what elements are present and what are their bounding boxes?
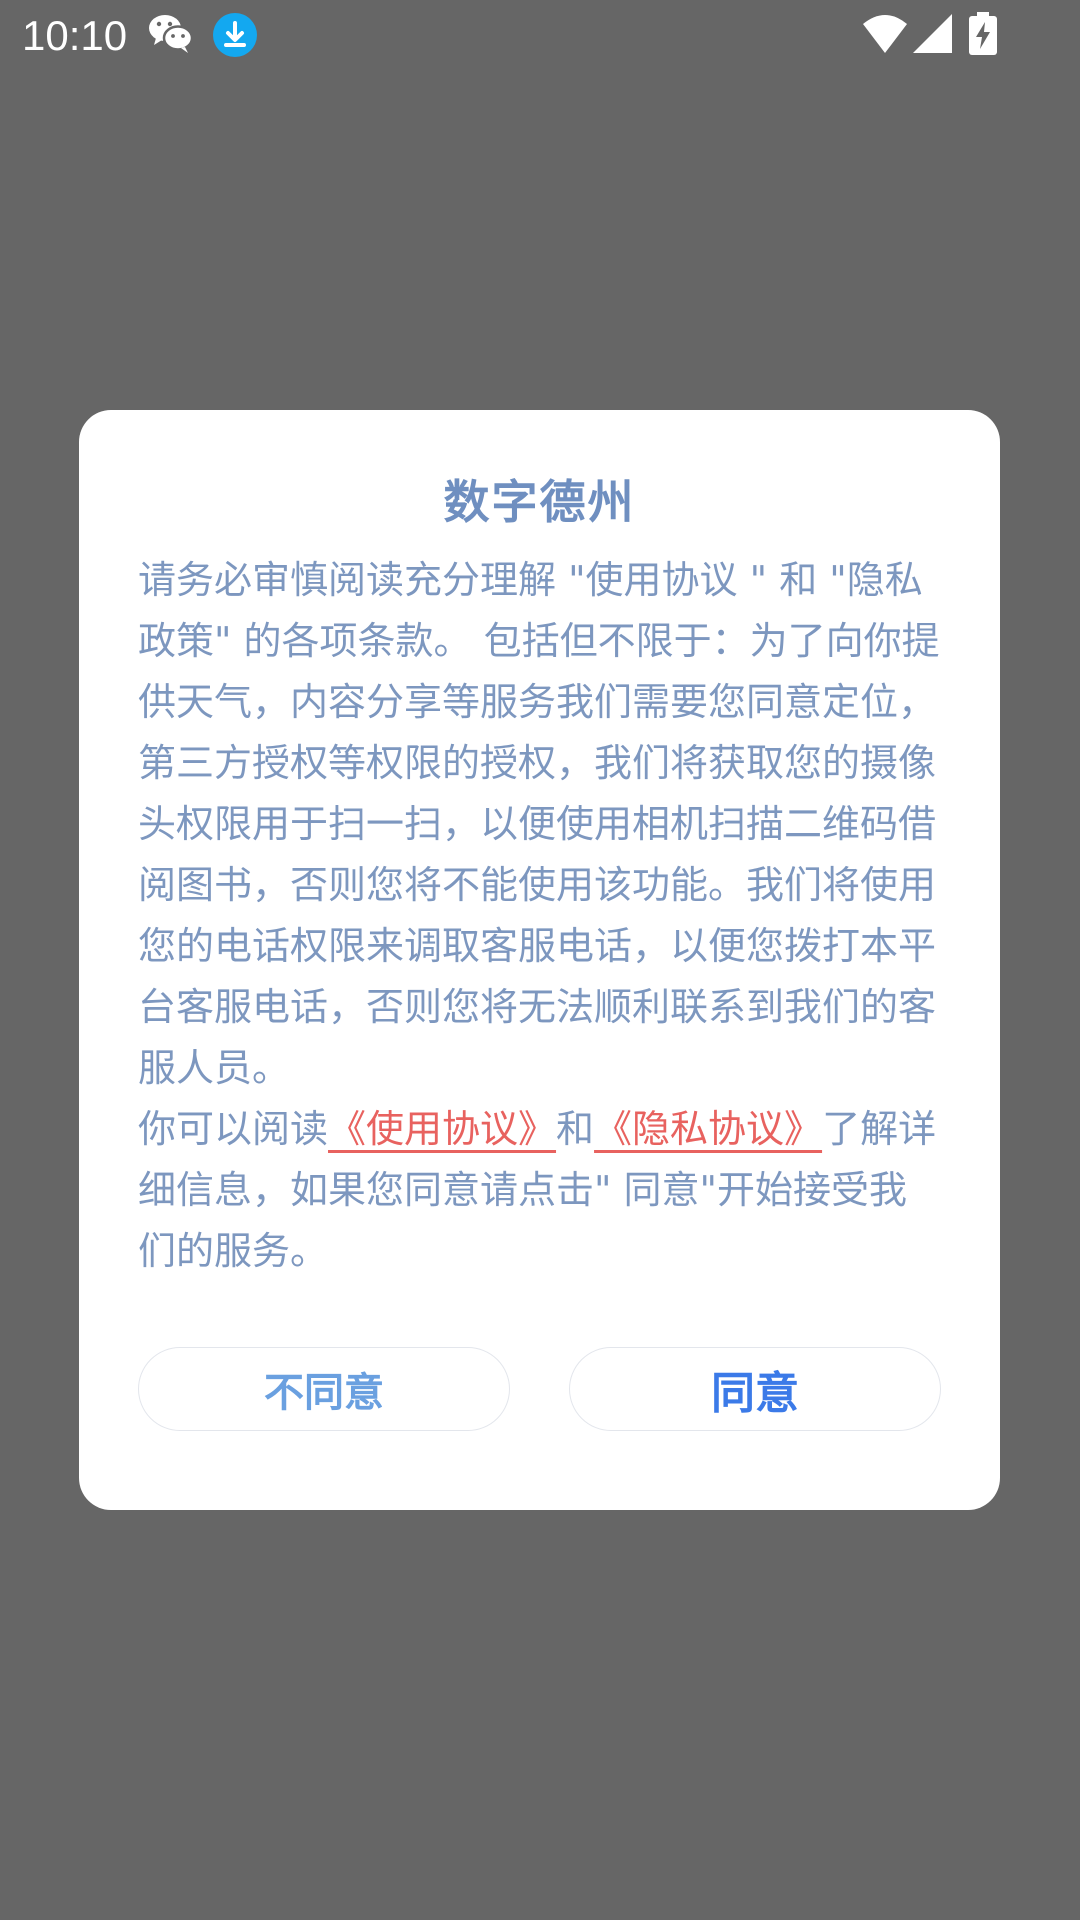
read-agreements-paragraph: 你可以阅读《使用协议》和《隐私协议》了解详细信息，如果您同意请点击" 同意"开始… xyxy=(138,1099,941,1282)
download-icon xyxy=(212,12,258,62)
terms-of-use-link[interactable]: 《使用协议》 xyxy=(328,1107,556,1151)
privacy-policy-link[interactable]: 《隐私协议》 xyxy=(594,1107,822,1151)
dialog-body: 请务必审慎阅读充分理解 "使用协议 " 和 "隐私政策" 的各项条款。 包括但不… xyxy=(138,550,941,1282)
agree-button[interactable]: 同意 xyxy=(569,1347,941,1431)
dialog-title: 数字德州 xyxy=(443,475,636,529)
read-prefix: 你可以阅读 xyxy=(138,1107,329,1151)
signal-icon xyxy=(912,14,954,58)
status-time: 10:10 xyxy=(22,12,128,59)
policy-paragraph: 请务必审慎阅读充分理解 "使用协议 " 和 "隐私政策" 的各项条款。 包括但不… xyxy=(138,558,940,1090)
wechat-icon xyxy=(148,12,194,58)
connector-text: 和 xyxy=(556,1107,595,1151)
disagree-button[interactable]: 不同意 xyxy=(138,1347,510,1431)
wifi-icon xyxy=(862,14,908,58)
status-bar: 10:10 xyxy=(0,0,1080,72)
battery-charging-icon xyxy=(968,12,998,60)
privacy-dialog: 数字德州 请务必审慎阅读充分理解 "使用协议 " 和 "隐私政策" 的各项条款。… xyxy=(79,410,1000,1510)
